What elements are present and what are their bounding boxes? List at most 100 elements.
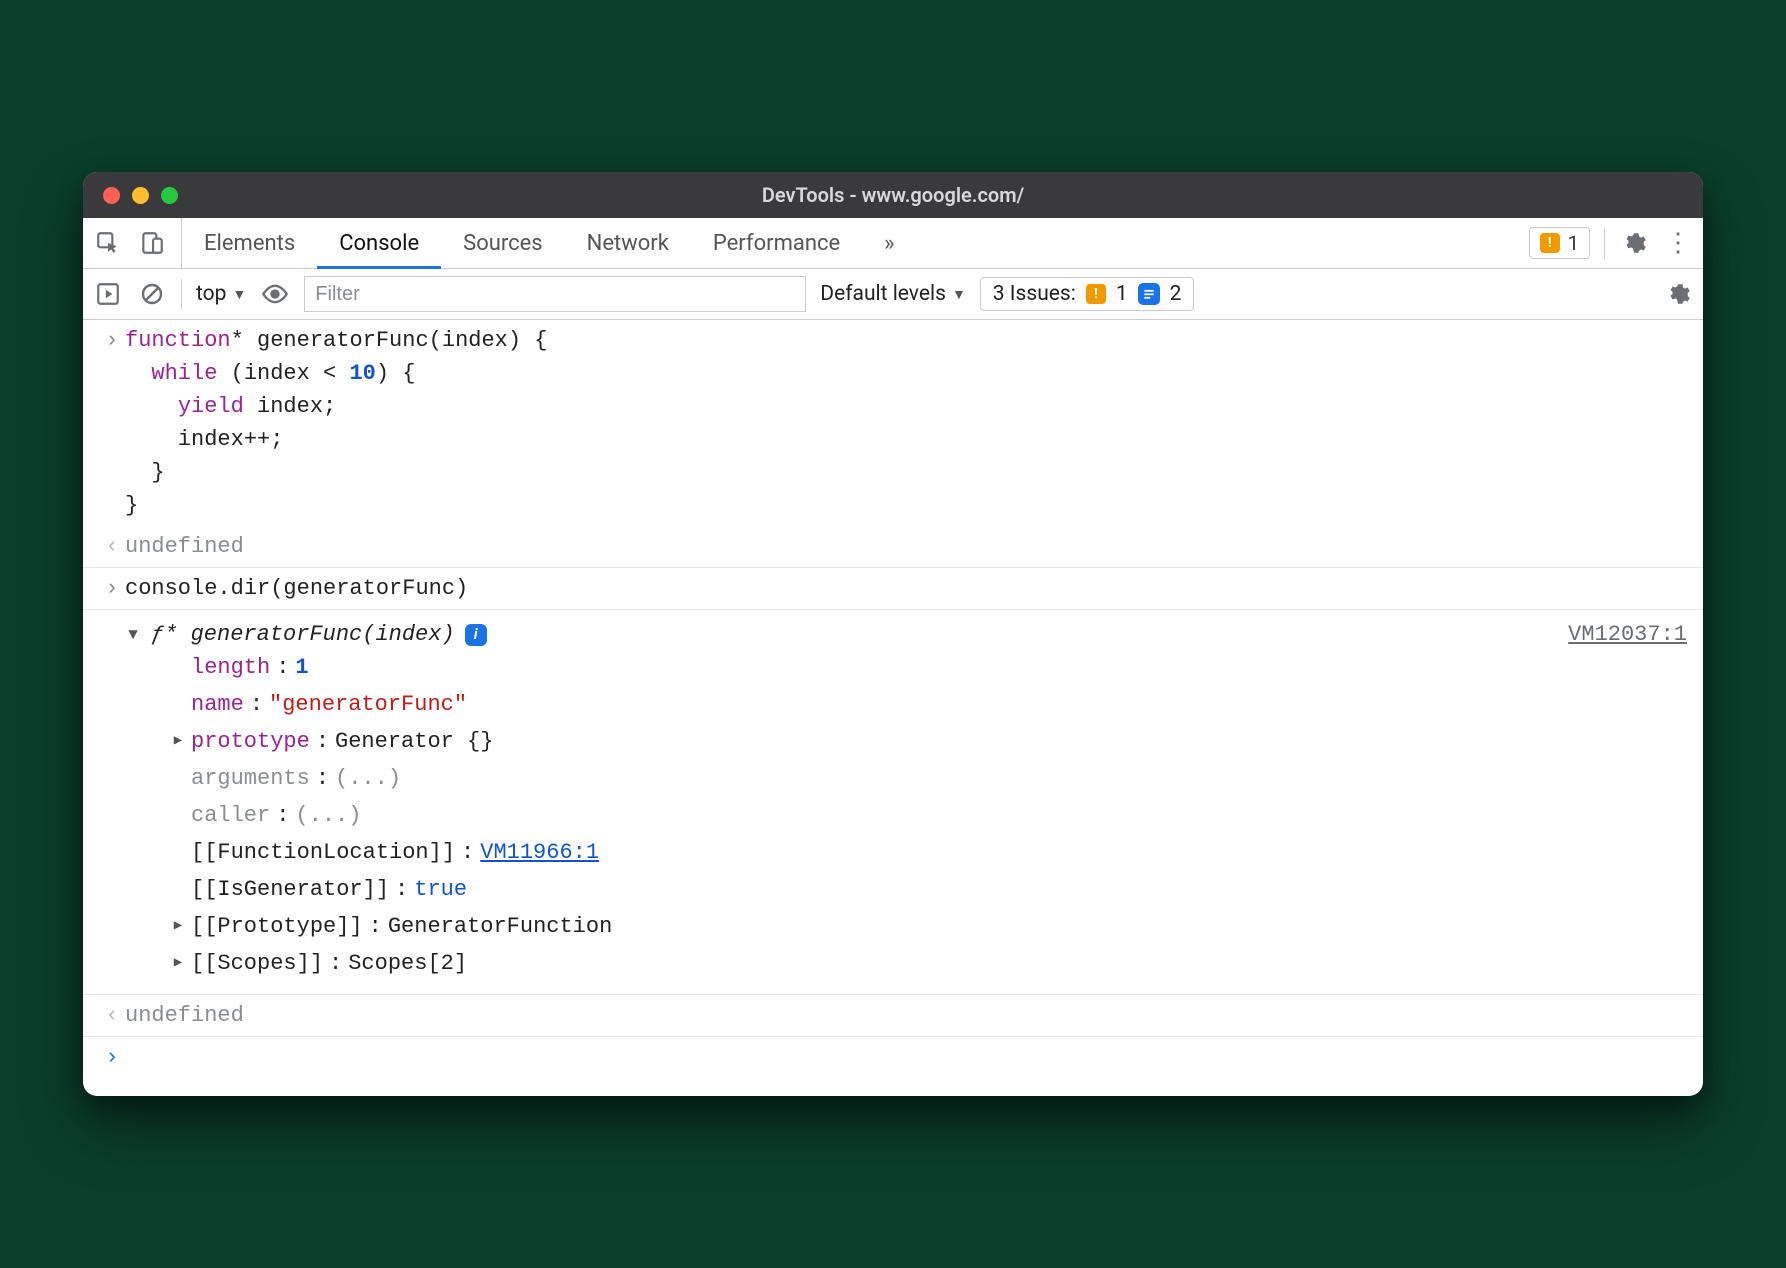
property-name: [[Scopes]] bbox=[191, 947, 323, 980]
object-preview: ƒ* generatorFunc(index) bbox=[151, 618, 455, 651]
clear-console-button[interactable] bbox=[137, 279, 167, 309]
filter-input[interactable] bbox=[304, 276, 806, 312]
console-entry: ‹ undefined bbox=[83, 526, 1703, 568]
devtools-window: DevTools - www.google.com/ Elements Cons… bbox=[83, 172, 1703, 1096]
code-input: function* generatorFunc(index) { while (… bbox=[125, 324, 1687, 522]
tab-sources[interactable]: Sources bbox=[441, 218, 565, 268]
tab-network[interactable]: Network bbox=[565, 218, 691, 268]
property-value: 1 bbox=[295, 651, 308, 684]
property-name: caller bbox=[191, 799, 270, 832]
console-prompt[interactable]: › bbox=[83, 1037, 1703, 1096]
issues-warn-count: 1 bbox=[1116, 282, 1128, 306]
disclosure-triangle-icon[interactable]: ▶ bbox=[171, 953, 185, 974]
property-row[interactable]: [[FunctionLocation]]: VM11966:1 bbox=[171, 836, 1687, 869]
property-row[interactable]: ▶ prototype: Generator {} bbox=[171, 725, 1687, 758]
property-value: Scopes[2] bbox=[348, 947, 467, 980]
property-name: [[IsGenerator]] bbox=[191, 873, 389, 906]
tabs-overflow[interactable]: » bbox=[862, 218, 916, 268]
info-icon bbox=[1138, 283, 1160, 305]
property-name: [[FunctionLocation]] bbox=[191, 836, 455, 869]
tab-label: Performance bbox=[713, 231, 840, 256]
source-link[interactable]: VM12037:1 bbox=[1568, 618, 1687, 651]
input-marker-icon: › bbox=[99, 572, 125, 605]
warnings-chip[interactable]: ! 1 bbox=[1529, 227, 1590, 259]
code-block: function* generatorFunc(index) { while (… bbox=[125, 324, 1687, 522]
property-name: arguments bbox=[191, 762, 310, 795]
settings-button[interactable] bbox=[1619, 228, 1649, 258]
property-row[interactable]: ▶ [[Prototype]]: GeneratorFunction bbox=[171, 910, 1687, 943]
panel-tabs: Elements Console Sources Network Perform… bbox=[182, 218, 916, 268]
issues-label: 3 Issues: bbox=[993, 282, 1076, 306]
console-settings-button[interactable] bbox=[1663, 279, 1693, 309]
inspect-element-icon[interactable] bbox=[93, 228, 123, 258]
prompt-marker-icon: › bbox=[99, 1041, 125, 1074]
return-value: undefined bbox=[125, 530, 1687, 563]
disclosure-triangle-icon[interactable]: ▶ bbox=[171, 916, 185, 937]
property-row[interactable]: [[IsGenerator]]: true bbox=[171, 873, 1687, 906]
panel-tabbar: Elements Console Sources Network Perform… bbox=[83, 218, 1703, 269]
issues-chip[interactable]: 3 Issues: ! 1 2 bbox=[980, 277, 1195, 311]
object-inspector[interactable]: ▼ ƒ* generatorFunc(index) i VM12037:1 le… bbox=[125, 614, 1687, 990]
console-entry: › console.dir(generatorFunc) bbox=[83, 568, 1703, 610]
execution-context-icon[interactable] bbox=[93, 279, 123, 309]
console-entry: › function* generatorFunc(index) { while… bbox=[83, 320, 1703, 526]
zoom-window-button[interactable] bbox=[161, 187, 178, 204]
disclosure-triangle-icon[interactable]: ▶ bbox=[171, 731, 185, 752]
log-levels-selector[interactable]: Default levels ▼ bbox=[820, 282, 966, 306]
divider bbox=[1604, 228, 1605, 258]
output-marker-icon: ‹ bbox=[99, 530, 125, 563]
chevron-right-icon: » bbox=[884, 231, 894, 256]
fn-signature: generatorFunc(index) bbox=[191, 622, 455, 647]
titlebar: DevTools - www.google.com/ bbox=[83, 172, 1703, 218]
input-marker-icon: › bbox=[99, 324, 125, 357]
issues-info-count: 2 bbox=[1170, 282, 1182, 306]
property-value: (...) bbox=[335, 762, 401, 795]
tab-elements[interactable]: Elements bbox=[182, 218, 317, 268]
chevron-down-icon: ▼ bbox=[232, 286, 246, 303]
property-row[interactable]: caller: (...) bbox=[171, 799, 1687, 832]
property-value: "generatorFunc" bbox=[269, 688, 467, 721]
fn-glyph: ƒ* bbox=[151, 622, 177, 647]
property-value: (...) bbox=[295, 799, 361, 832]
console-entry: ▼ ƒ* generatorFunc(index) i VM12037:1 le… bbox=[83, 610, 1703, 995]
chevron-down-icon: ▼ bbox=[952, 286, 966, 303]
live-expression-button[interactable] bbox=[260, 279, 290, 309]
property-row[interactable]: name: "generatorFunc" bbox=[171, 688, 1687, 721]
warning-icon: ! bbox=[1540, 233, 1560, 253]
property-row[interactable]: length: 1 bbox=[171, 651, 1687, 684]
object-properties: length: 1 name: "generatorFunc" ▶ protot… bbox=[125, 651, 1687, 980]
info-icon[interactable]: i bbox=[465, 624, 487, 646]
window-title: DevTools - www.google.com/ bbox=[83, 183, 1703, 207]
property-name: name bbox=[191, 688, 244, 721]
output-marker-icon: ‹ bbox=[99, 999, 125, 1032]
tab-console[interactable]: Console bbox=[317, 218, 441, 268]
divider bbox=[181, 279, 182, 309]
levels-label: Default levels bbox=[820, 282, 946, 306]
property-value: Generator {} bbox=[335, 725, 493, 758]
property-name: prototype bbox=[191, 725, 310, 758]
minimize-window-button[interactable] bbox=[132, 187, 149, 204]
context-selector[interactable]: top ▼ bbox=[196, 282, 246, 306]
property-value: true bbox=[414, 873, 467, 906]
warning-icon: ! bbox=[1086, 284, 1106, 304]
property-value: GeneratorFunction bbox=[388, 910, 612, 943]
console-toolbar: top ▼ Default levels ▼ 3 Issues: ! 1 2 bbox=[83, 269, 1703, 320]
tab-performance[interactable]: Performance bbox=[691, 218, 862, 268]
close-window-button[interactable] bbox=[103, 187, 120, 204]
tab-label: Elements bbox=[204, 231, 295, 256]
tab-label: Network bbox=[587, 231, 669, 256]
window-controls bbox=[103, 187, 178, 204]
warnings-count: 1 bbox=[1568, 231, 1579, 255]
property-row[interactable]: ▶ [[Scopes]]: Scopes[2] bbox=[171, 947, 1687, 980]
tab-label: Console bbox=[339, 231, 419, 256]
property-row[interactable]: arguments: (...) bbox=[171, 762, 1687, 795]
property-name: [[Prototype]] bbox=[191, 910, 363, 943]
context-label: top bbox=[196, 282, 226, 306]
device-toolbar-icon[interactable] bbox=[137, 228, 167, 258]
disclosure-triangle-icon[interactable]: ▼ bbox=[125, 623, 141, 647]
console-body: › function* generatorFunc(index) { while… bbox=[83, 320, 1703, 1096]
code-input: console.dir(generatorFunc) bbox=[125, 572, 1687, 605]
more-menu-button[interactable]: ⋮ bbox=[1663, 228, 1693, 258]
source-link[interactable]: VM11966:1 bbox=[480, 836, 599, 869]
console-entry: ‹ undefined bbox=[83, 995, 1703, 1037]
